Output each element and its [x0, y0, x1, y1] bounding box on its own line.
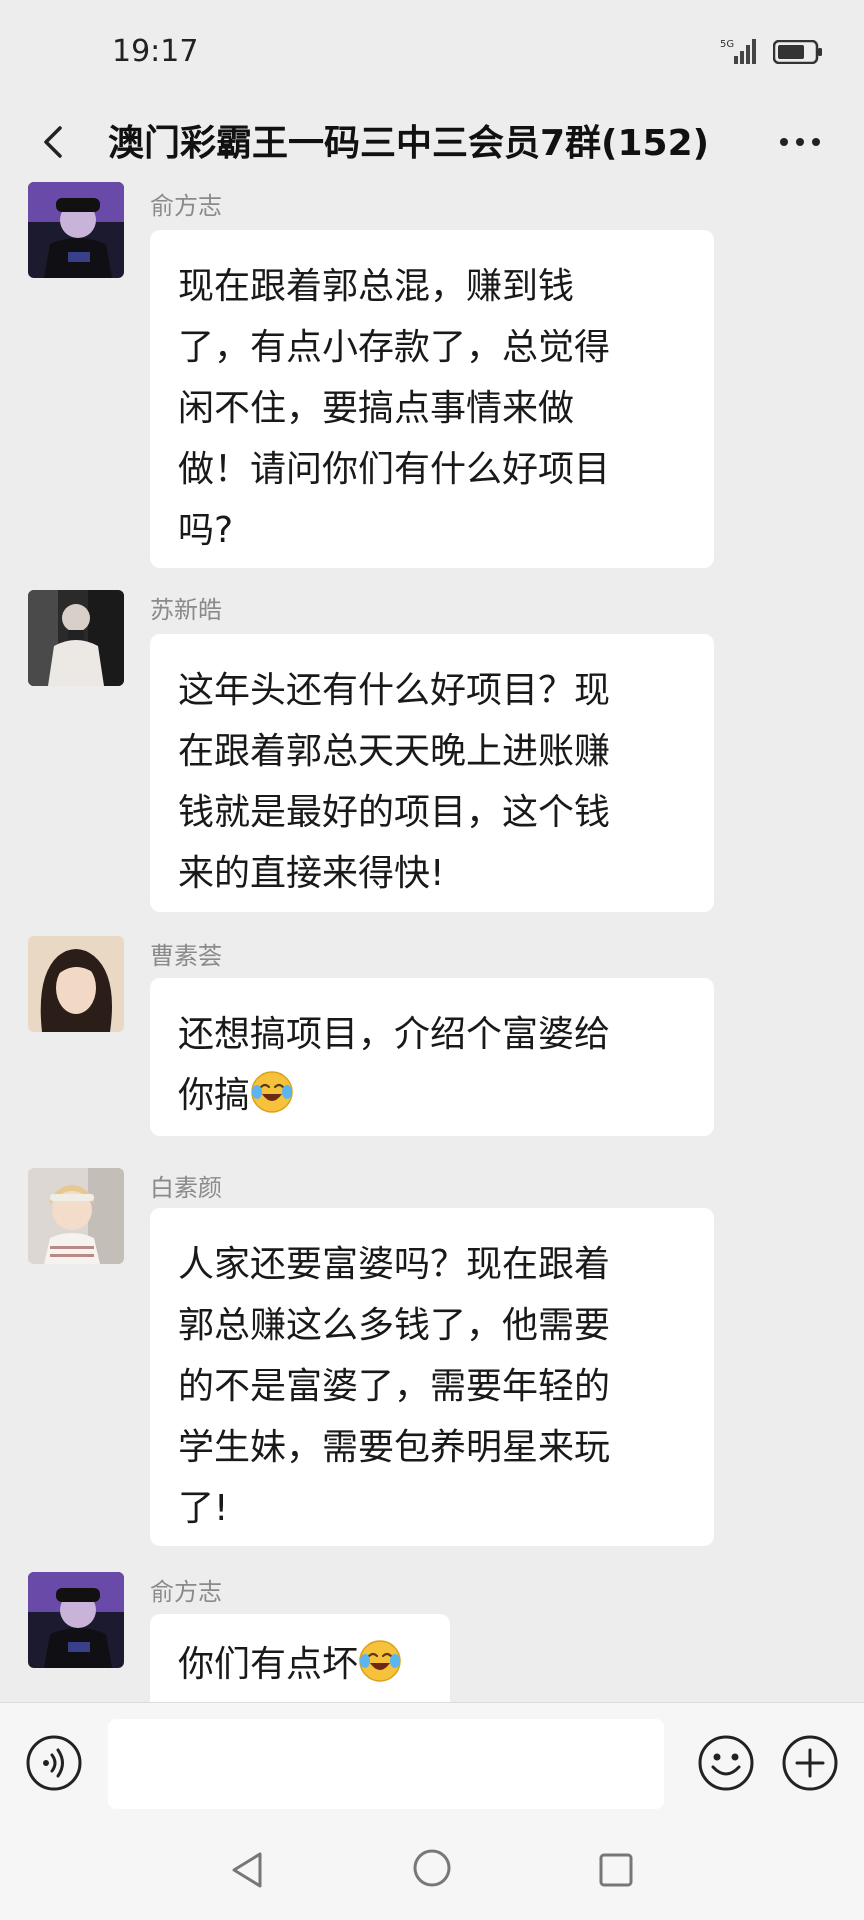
avatar[interactable]: [28, 590, 124, 686]
nav-recent-button[interactable]: [592, 1846, 640, 1894]
avatar[interactable]: [28, 182, 124, 278]
circle-home-icon: [413, 1849, 451, 1887]
message-input-bar: [0, 1702, 864, 1829]
chat-title: 澳门彩霸王一码三中三会员7群(152): [108, 123, 710, 164]
nav-back-button[interactable]: [224, 1846, 272, 1894]
sender-name: 苏新皓: [150, 596, 222, 624]
avatar[interactable]: [28, 936, 124, 1032]
message-bubble[interactable]: 这年头还有什么好项目？现 在跟着郭总天天晚上进账赚 钱就是最好的项目，这个钱 来…: [150, 634, 714, 912]
message-text: 这年头还有什么好项目？现 在跟着郭总天天晚上进账赚 钱就是最好的项目，这个钱 来…: [178, 670, 611, 894]
status-bar: 19:17 5G: [0, 0, 864, 100]
sender-name: 俞方志: [150, 192, 222, 220]
plus-button[interactable]: [780, 1733, 840, 1793]
message-text: 现在跟着郭总混，赚到钱 了，有点小存款了，总觉得 闲不住，要搞点事情来做 做！请…: [178, 266, 611, 551]
laughing-crying-emoji: [359, 1640, 401, 1682]
smiley-icon: [698, 1735, 754, 1791]
laughing-crying-emoji: [251, 1071, 293, 1113]
emoji-button[interactable]: [696, 1733, 756, 1793]
system-nav-bar: [0, 1828, 864, 1920]
chevron-left-icon: [44, 126, 62, 158]
signal-icon: 5G: [720, 39, 756, 64]
message-text: 你们有点坏: [178, 1644, 359, 1685]
avatar[interactable]: [28, 1572, 124, 1668]
status-time: 19:17: [112, 34, 199, 69]
more-dots-icon: [780, 138, 820, 146]
triangle-back-icon: [232, 1852, 262, 1888]
voice-icon: [26, 1735, 82, 1791]
chat-header: 澳门彩霸王一码三中三会员7群(152): [0, 100, 864, 186]
square-recent-icon: [599, 1853, 633, 1887]
sender-name: 白素颜: [150, 1174, 222, 1202]
message-bubble[interactable]: 还想搞项目，介绍个富婆给 你搞: [150, 978, 714, 1136]
network-label: 5G: [720, 39, 734, 50]
plus-icon: [782, 1735, 838, 1791]
voice-button[interactable]: [24, 1733, 84, 1793]
sender-name: 曹素荟: [150, 942, 222, 970]
message-input[interactable]: [108, 1719, 664, 1809]
avatar[interactable]: [28, 1168, 124, 1264]
sender-name: 俞方志: [150, 1578, 222, 1606]
message-bubble[interactable]: 人家还要富婆吗？现在跟着 郭总赚这么多钱了，他需要 的不是富婆了，需要年轻的 学…: [150, 1208, 714, 1546]
message-text: 人家还要富婆吗？现在跟着 郭总赚这么多钱了，他需要 的不是富婆了，需要年轻的 学…: [178, 1244, 611, 1529]
message-bubble[interactable]: 现在跟着郭总混，赚到钱 了，有点小存款了，总觉得 闲不住，要搞点事情来做 做！请…: [150, 230, 714, 568]
message-bubble[interactable]: 你们有点坏: [150, 1614, 450, 1714]
message-text: 还想搞项目，介绍个富婆给 你搞: [178, 1014, 611, 1116]
nav-home-button[interactable]: [408, 1844, 456, 1892]
back-button[interactable]: [24, 112, 84, 172]
battery-icon: [773, 40, 822, 64]
more-button[interactable]: [770, 112, 830, 172]
